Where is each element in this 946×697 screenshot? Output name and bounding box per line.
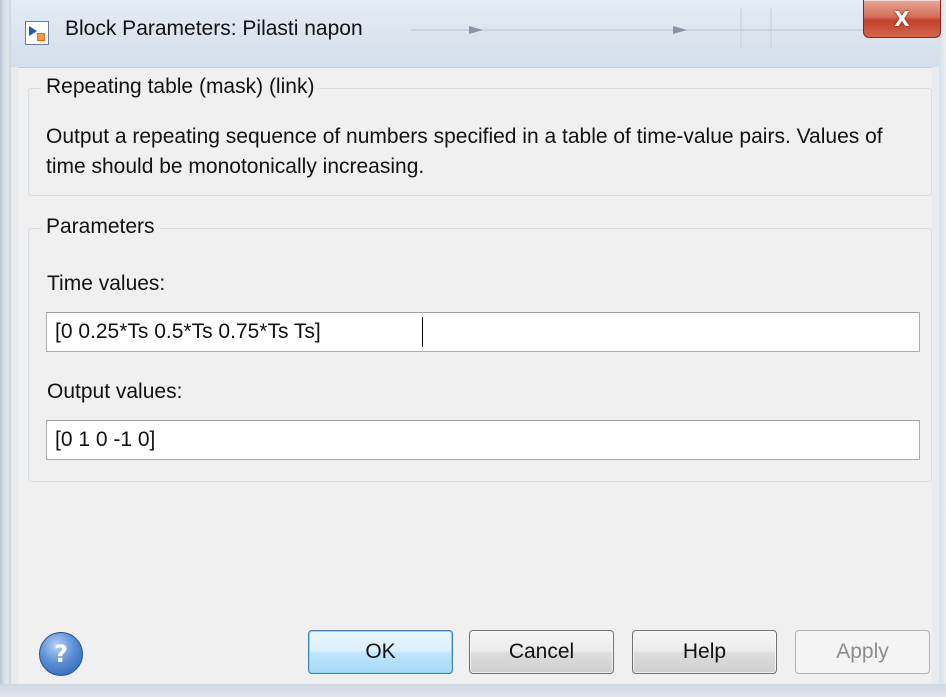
text-caret	[422, 317, 423, 347]
window-bottom-edge	[0, 684, 946, 697]
apply-button-label: Apply	[836, 640, 889, 663]
help-button-label: Help	[682, 640, 727, 663]
screen: Block Parameters: Pilasti napon X Repeat…	[0, 0, 946, 697]
window-right-edge	[939, 0, 946, 697]
cancel-button-label: Cancel	[508, 640, 575, 663]
background-model-lines	[411, 8, 911, 48]
help-button[interactable]: Help	[632, 630, 777, 674]
mask-description: Output a repeating sequence of numbers s…	[46, 125, 883, 178]
ok-button[interactable]: OK	[308, 630, 453, 674]
window-left-edge	[0, 0, 11, 697]
mask-group-title: Repeating table (mask) (link)	[41, 75, 320, 99]
parameters-group-title: Parameters	[41, 215, 160, 239]
window-title: Block Parameters: Pilasti napon	[65, 17, 363, 40]
cancel-button[interactable]: Cancel	[469, 630, 614, 674]
title-bar[interactable]: Block Parameters: Pilasti napon X	[11, 0, 941, 67]
help-question-glyph: ?	[54, 640, 68, 668]
time-values-input[interactable]	[46, 312, 920, 352]
close-button[interactable]: X	[863, 0, 941, 38]
help-question-icon[interactable]: ?	[39, 632, 83, 676]
ok-button-label: OK	[365, 640, 396, 663]
output-values-input[interactable]	[46, 420, 920, 460]
apply-button[interactable]: Apply	[795, 630, 930, 674]
output-values-label: Output values:	[47, 380, 183, 403]
close-icon: X	[894, 6, 910, 31]
time-values-label: Time values:	[47, 272, 166, 295]
simulink-block-icon	[25, 21, 49, 45]
